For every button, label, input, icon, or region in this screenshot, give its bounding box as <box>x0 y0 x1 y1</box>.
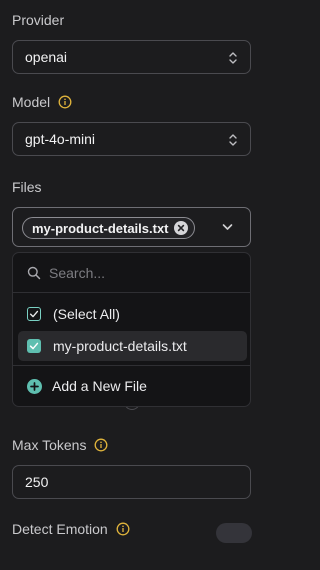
plus-circle-icon <box>27 378 42 394</box>
file-chip: my-product-details.txt <box>22 217 195 239</box>
settings-panel: Provider openai Model gpt-4o-mini Files … <box>0 0 264 570</box>
info-icon[interactable] <box>116 522 130 536</box>
add-new-file-button[interactable]: Add a New File <box>18 371 247 401</box>
option-file[interactable]: my-product-details.txt <box>18 331 247 361</box>
checkbox-checked-icon[interactable] <box>27 307 41 321</box>
add-new-file-label: Add a New File <box>52 378 147 394</box>
chevron-down-icon[interactable] <box>222 223 233 231</box>
option-label: (Select All) <box>53 306 120 322</box>
detect-emotion-label: Detect Emotion <box>12 521 130 537</box>
files-multiselect[interactable]: my-product-details.txt <box>12 207 251 247</box>
provider-label: Provider <box>12 12 65 28</box>
detect-emotion-toggle[interactable] <box>216 523 252 543</box>
files-dropdown-menu: (Select All) my-product-details.txt Add … <box>12 252 251 407</box>
files-label: Files <box>12 179 42 195</box>
model-value: gpt-4o-mini <box>25 131 96 147</box>
updown-chevron-icon <box>229 134 237 146</box>
search-input[interactable] <box>49 261 239 285</box>
file-chip-label: my-product-details.txt <box>32 220 169 236</box>
dropdown-search <box>13 253 250 293</box>
checkbox-checked-icon[interactable] <box>27 339 41 353</box>
provider-select[interactable]: openai <box>12 40 251 74</box>
provider-value: openai <box>25 49 68 65</box>
updown-chevron-icon <box>229 52 237 64</box>
remove-chip-icon[interactable] <box>174 221 188 235</box>
model-select[interactable]: gpt-4o-mini <box>12 122 251 156</box>
model-label: Model <box>12 94 72 110</box>
max-tokens-label: Max Tokens <box>12 437 108 453</box>
info-icon[interactable] <box>94 438 108 452</box>
search-icon <box>27 266 41 280</box>
max-tokens-input[interactable] <box>12 465 251 499</box>
dropdown-divider <box>13 365 250 366</box>
info-icon[interactable] <box>58 95 72 109</box>
option-label: my-product-details.txt <box>53 338 187 354</box>
option-select-all[interactable]: (Select All) <box>18 299 247 329</box>
